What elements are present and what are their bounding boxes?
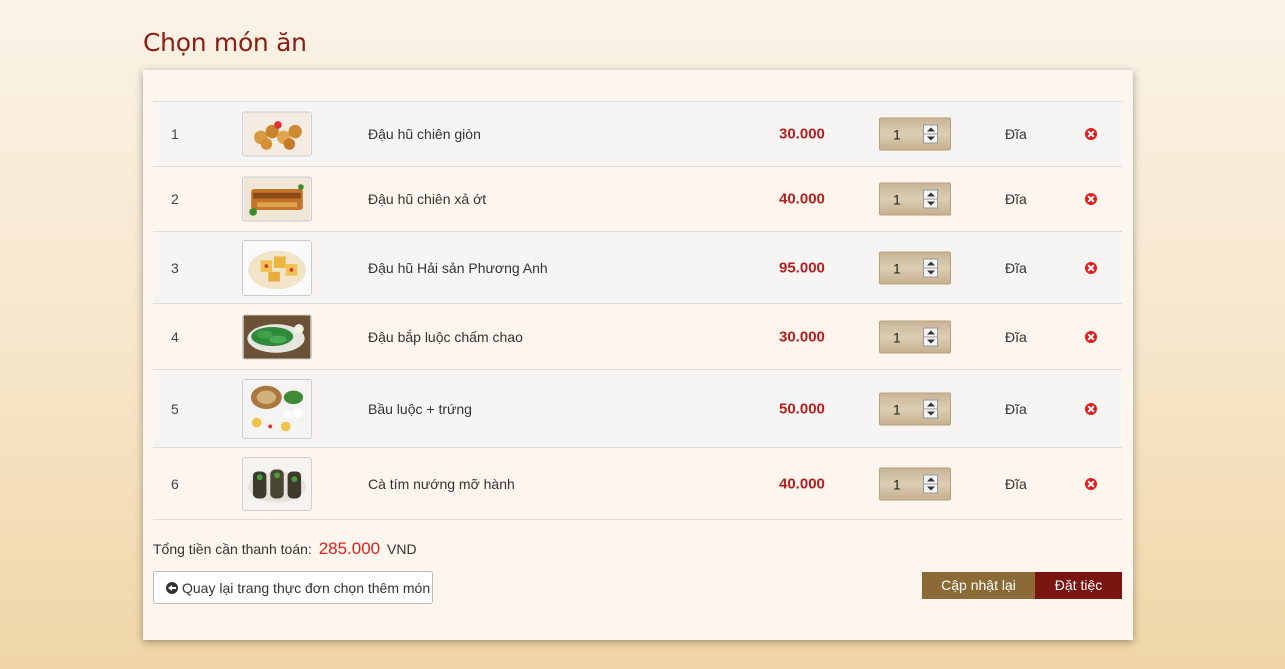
item-price: 40.000 xyxy=(779,190,825,208)
row-index: 6 xyxy=(171,475,179,492)
item-name[interactable]: Cà tím nướng mỡ hành xyxy=(368,476,515,492)
page-title: Chọn món ăn xyxy=(143,28,307,57)
table-row: 1 Đậu hũ chiên giòn 30.000 1 Đĩa xyxy=(153,102,1122,167)
table-row: 3 Đậu hũ Hải sản Phương Anh 95.000 1 Đĩa xyxy=(153,232,1122,304)
spinner-arrows-icon[interactable] xyxy=(923,399,938,418)
quantity-value[interactable]: 1 xyxy=(893,329,901,345)
back-to-menu-button[interactable]: Quay lại trang thực đơn chọn thêm món xyxy=(153,571,433,604)
quantity-stepper[interactable]: 1 xyxy=(879,117,951,151)
item-price: 95.000 xyxy=(779,259,825,276)
quantity-stepper[interactable]: 1 xyxy=(879,251,951,284)
total-amount: 285.000 xyxy=(318,539,381,558)
fried-tofu-image[interactable] xyxy=(242,111,312,157)
update-button-label: Cập nhật lại xyxy=(941,577,1016,593)
row-index: 5 xyxy=(171,400,179,417)
grilled-eggplant-image[interactable] xyxy=(242,456,312,511)
quantity-value[interactable]: 1 xyxy=(893,476,901,492)
row-index: 4 xyxy=(171,328,179,345)
remove-icon[interactable] xyxy=(1085,261,1097,274)
spinner-arrows-icon[interactable] xyxy=(923,124,938,144)
item-unit: Đĩa xyxy=(1005,259,1027,276)
order-total: Tổng tiền cần thanh toán: 285.000 VND xyxy=(153,539,417,559)
item-unit: Đĩa xyxy=(1005,126,1027,142)
table-row: 4 Đậu bắp luộc chấm chao 30.000 1 Đĩa xyxy=(153,304,1122,370)
update-cart-button[interactable]: Cập nhật lại xyxy=(922,572,1035,599)
quantity-stepper[interactable]: 1 xyxy=(879,320,951,353)
item-price: 40.000 xyxy=(779,475,825,492)
item-price: 30.000 xyxy=(779,125,825,143)
lemongrass-tofu-image[interactable] xyxy=(242,176,312,222)
seafood-tofu-image[interactable] xyxy=(242,239,312,296)
back-button-label: Quay lại trang thực đơn chọn thêm món xyxy=(182,580,431,596)
remove-icon[interactable] xyxy=(1085,402,1097,415)
boiled-gourd-egg-image[interactable] xyxy=(242,378,312,439)
cart-table: 1 Đậu hũ chiên giòn 30.000 1 Đĩa 2 Đậu h… xyxy=(153,101,1122,520)
item-name[interactable]: Đậu hũ chiên xả ớt xyxy=(368,191,486,207)
item-unit: Đĩa xyxy=(1005,475,1027,492)
item-unit: Đĩa xyxy=(1005,400,1027,417)
quantity-stepper[interactable]: 1 xyxy=(879,467,951,500)
remove-icon[interactable] xyxy=(1085,477,1097,490)
spinner-arrows-icon[interactable] xyxy=(923,258,938,277)
table-row: 5 Bầu luộc + trứng 50.000 1 Đĩa xyxy=(153,370,1122,448)
item-name[interactable]: Đậu hũ chiên giòn xyxy=(368,126,481,142)
order-button-label: Đặt tiệc xyxy=(1054,577,1103,593)
total-currency: VND xyxy=(387,541,417,557)
quantity-stepper[interactable]: 1 xyxy=(879,182,951,216)
quantity-value[interactable]: 1 xyxy=(893,192,901,208)
table-row: 6 Cà tím nướng mỡ hành 40.000 1 Đĩa xyxy=(153,448,1122,520)
place-order-button[interactable]: Đặt tiệc xyxy=(1035,572,1122,599)
quantity-value[interactable]: 1 xyxy=(893,127,901,143)
item-price: 30.000 xyxy=(779,328,825,345)
quantity-value[interactable]: 1 xyxy=(893,401,901,417)
row-index: 3 xyxy=(171,259,179,276)
cart-panel: 1 Đậu hũ chiên giòn 30.000 1 Đĩa 2 Đậu h… xyxy=(143,70,1133,640)
row-index: 1 xyxy=(171,126,179,142)
total-label: Tổng tiền cần thanh toán: xyxy=(153,541,312,557)
item-name[interactable]: Đậu hũ Hải sản Phương Anh xyxy=(368,260,548,276)
item-price: 50.000 xyxy=(779,400,825,417)
row-index: 2 xyxy=(171,191,179,207)
boiled-okra-image[interactable] xyxy=(242,314,312,359)
item-name[interactable]: Đậu bắp luộc chấm chao xyxy=(368,329,523,345)
spinner-arrows-icon[interactable] xyxy=(923,474,938,493)
remove-icon[interactable] xyxy=(1085,128,1097,140)
item-name[interactable]: Bầu luộc + trứng xyxy=(368,401,472,417)
spinner-arrows-icon[interactable] xyxy=(923,327,938,346)
item-unit: Đĩa xyxy=(1005,328,1027,345)
remove-icon[interactable] xyxy=(1085,330,1097,343)
arrow-left-circle-icon xyxy=(166,582,178,594)
quantity-value[interactable]: 1 xyxy=(893,260,901,276)
spinner-arrows-icon[interactable] xyxy=(923,189,938,209)
table-row: 2 Đậu hũ chiên xả ớt 40.000 1 Đĩa xyxy=(153,167,1122,232)
item-unit: Đĩa xyxy=(1005,191,1027,207)
quantity-stepper[interactable]: 1 xyxy=(879,392,951,425)
remove-icon[interactable] xyxy=(1085,193,1097,205)
